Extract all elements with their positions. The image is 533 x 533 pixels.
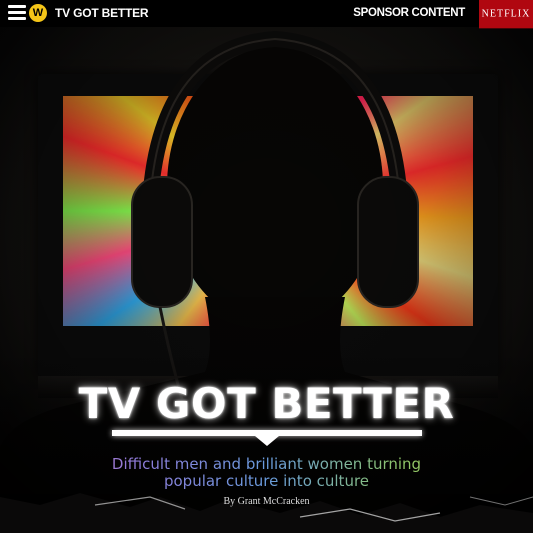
site-title-link[interactable]: TV GOT BETTER — [55, 6, 149, 20]
netflix-logo-link[interactable]: NETFLIX — [479, 0, 533, 29]
top-navigation-bar: W TV GOT BETTER SPONSOR CONTENT NETFLIX — [0, 0, 533, 29]
hero-title-block: TV GOT BETTER Difficult men and brillian… — [0, 379, 533, 507]
hero-title: TV GOT BETTER — [78, 379, 455, 428]
hero-subtitle-line-2: popular culture into culture — [163, 472, 370, 490]
title-underline-arrow — [111, 430, 422, 446]
wired-logo-icon[interactable]: W — [29, 4, 47, 22]
hero-subtitle: Difficult men and brilliant women turnin… — [0, 456, 533, 490]
author-byline: By Grant McCracken — [223, 496, 310, 507]
sponsor-content-link[interactable]: SPONSOR CONTENT — [353, 7, 465, 19]
hero-subtitle-line-1: Difficult men and brilliant women turnin… — [111, 455, 422, 473]
menu-hamburger-icon[interactable] — [8, 5, 26, 21]
hero-banner: TV GOT BETTER Difficult men and brillian… — [0, 27, 533, 533]
